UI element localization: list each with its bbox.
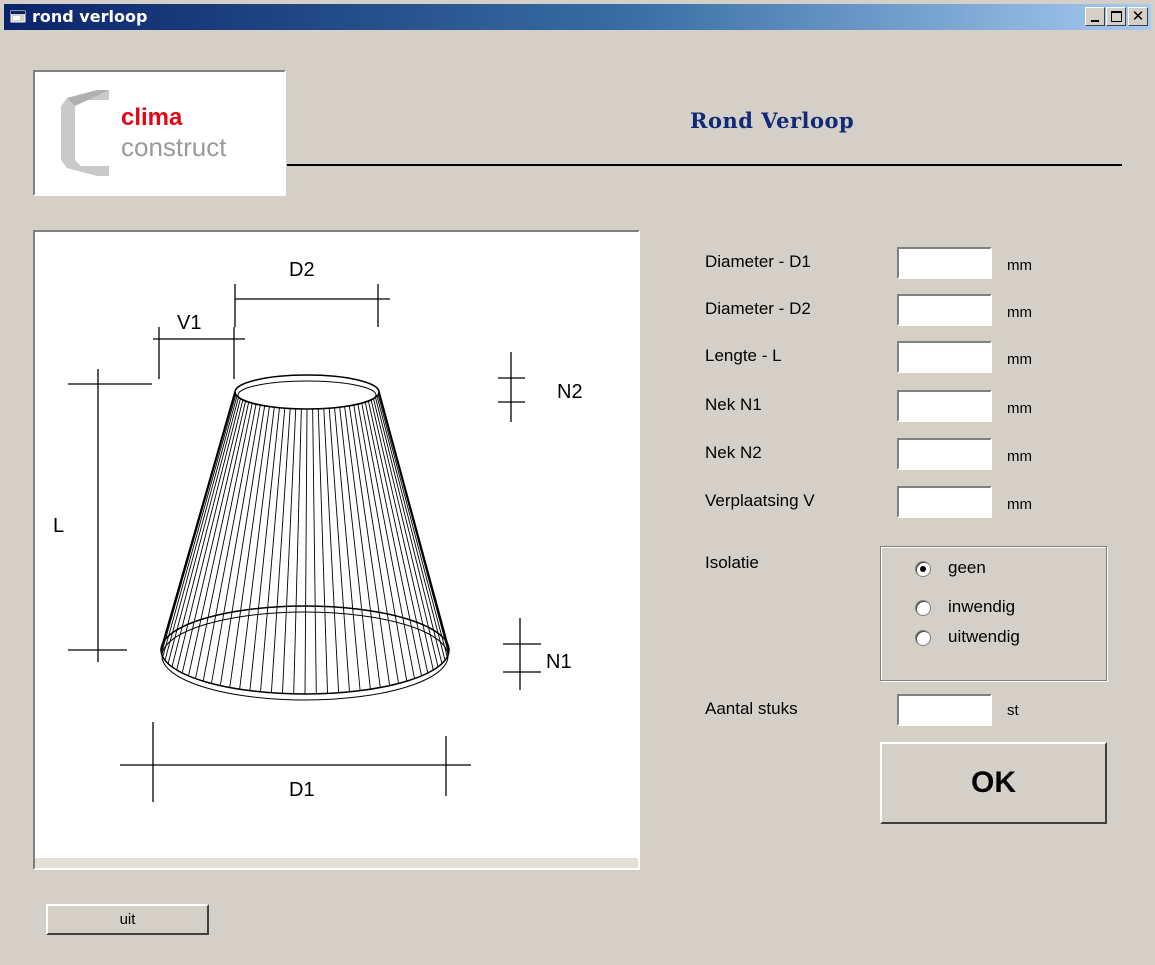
radio-label-inwendig[interactable]: inwendig (948, 597, 1015, 617)
field-label: Diameter - D2 (705, 299, 811, 318)
ok-button[interactable]: OK (880, 742, 1107, 824)
aantal-label: Aantal stuks (705, 699, 798, 718)
cone-rib-line (377, 394, 448, 657)
cone-rib-line (176, 399, 244, 671)
exit-button[interactable]: uit (46, 904, 209, 935)
label-n2: N2 (557, 381, 583, 403)
radio-uitwendig[interactable] (915, 630, 931, 646)
cone-rib-line (375, 397, 443, 664)
field-label: Verplaatsing V (705, 491, 815, 510)
aantal-unit: st (1007, 702, 1019, 719)
field-unit: mm (1007, 448, 1032, 465)
cone-rib-line (328, 408, 350, 692)
logo-text-construct: construct (121, 132, 227, 162)
cone-rib-line (219, 405, 266, 686)
diagram-footer-strip (35, 858, 638, 868)
cone-rib-line (370, 399, 434, 671)
cone-drawing: D2 V1 N2 L N1 D1 (53, 259, 583, 802)
cone-rib-line (202, 403, 257, 682)
label-d1: D1 (289, 779, 315, 801)
window-title: rond verloop (32, 7, 148, 26)
field-unit: mm (1007, 400, 1032, 417)
cone-rib-line (361, 402, 415, 679)
field-label: Nek N1 (705, 395, 762, 414)
reducer-diagram: D2 V1 N2 L N1 D1 (33, 230, 640, 870)
radio-inwendig[interactable] (915, 600, 931, 616)
cone-rib-line (293, 408, 302, 694)
field-input[interactable] (897, 486, 992, 518)
label-l: L (53, 515, 64, 537)
minimize-button[interactable] (1085, 7, 1105, 26)
field-input[interactable] (897, 247, 992, 279)
maximize-icon (1110, 11, 1122, 22)
label-d2: D2 (289, 259, 315, 281)
logo-bracket-icon (61, 90, 109, 176)
field-input[interactable] (897, 438, 992, 470)
field-label: Diameter - D1 (705, 252, 811, 271)
radio-label-geen[interactable]: geen (948, 558, 986, 578)
field-unit: mm (1007, 304, 1032, 321)
title-bar[interactable]: rond verloop ✕ (4, 4, 1151, 30)
field-input[interactable] (897, 390, 992, 422)
field-unit: mm (1007, 257, 1032, 274)
logo-text-clima: clima (121, 104, 183, 131)
cone-rib-line (282, 408, 297, 694)
field-input[interactable] (897, 294, 992, 326)
field-label: Lengte - L (705, 346, 782, 365)
header-divider (287, 164, 1122, 166)
cone-rib-line (162, 394, 237, 658)
label-n1: N1 (546, 651, 572, 673)
minimize-icon (1091, 19, 1099, 22)
maximize-button[interactable] (1106, 7, 1126, 26)
field-unit: mm (1007, 496, 1032, 513)
app-window: rond verloop ✕ clima construct Rond Verl… (0, 0, 1155, 965)
aantal-input[interactable] (897, 694, 992, 726)
cone-rib-line (161, 393, 236, 654)
field-input[interactable] (897, 341, 992, 373)
field-label: Nek N2 (705, 443, 762, 462)
cone-rib-line (239, 407, 275, 690)
close-icon: ✕ (1131, 7, 1145, 25)
field-unit: mm (1007, 351, 1032, 368)
label-v1: V1 (177, 312, 201, 334)
cone-rib-line (181, 400, 247, 674)
radio-label-uitwendig[interactable]: uitwendig (948, 627, 1020, 647)
radio-geen[interactable] (915, 561, 931, 577)
isolatie-label: Isolatie (705, 553, 759, 572)
cone-rib-line (304, 408, 308, 695)
cone-rib-line (373, 398, 439, 667)
cone-rib-line (167, 397, 239, 664)
cone-rib-line (312, 408, 317, 694)
company-logo: clima construct (33, 70, 286, 196)
app-window-icon (10, 10, 26, 23)
cone-rib-line (334, 407, 361, 691)
cone-rib-line (188, 401, 250, 676)
cone-rib-line (348, 405, 391, 686)
close-button[interactable]: ✕ (1128, 7, 1148, 26)
page-title: Rond Verloop (690, 108, 855, 133)
